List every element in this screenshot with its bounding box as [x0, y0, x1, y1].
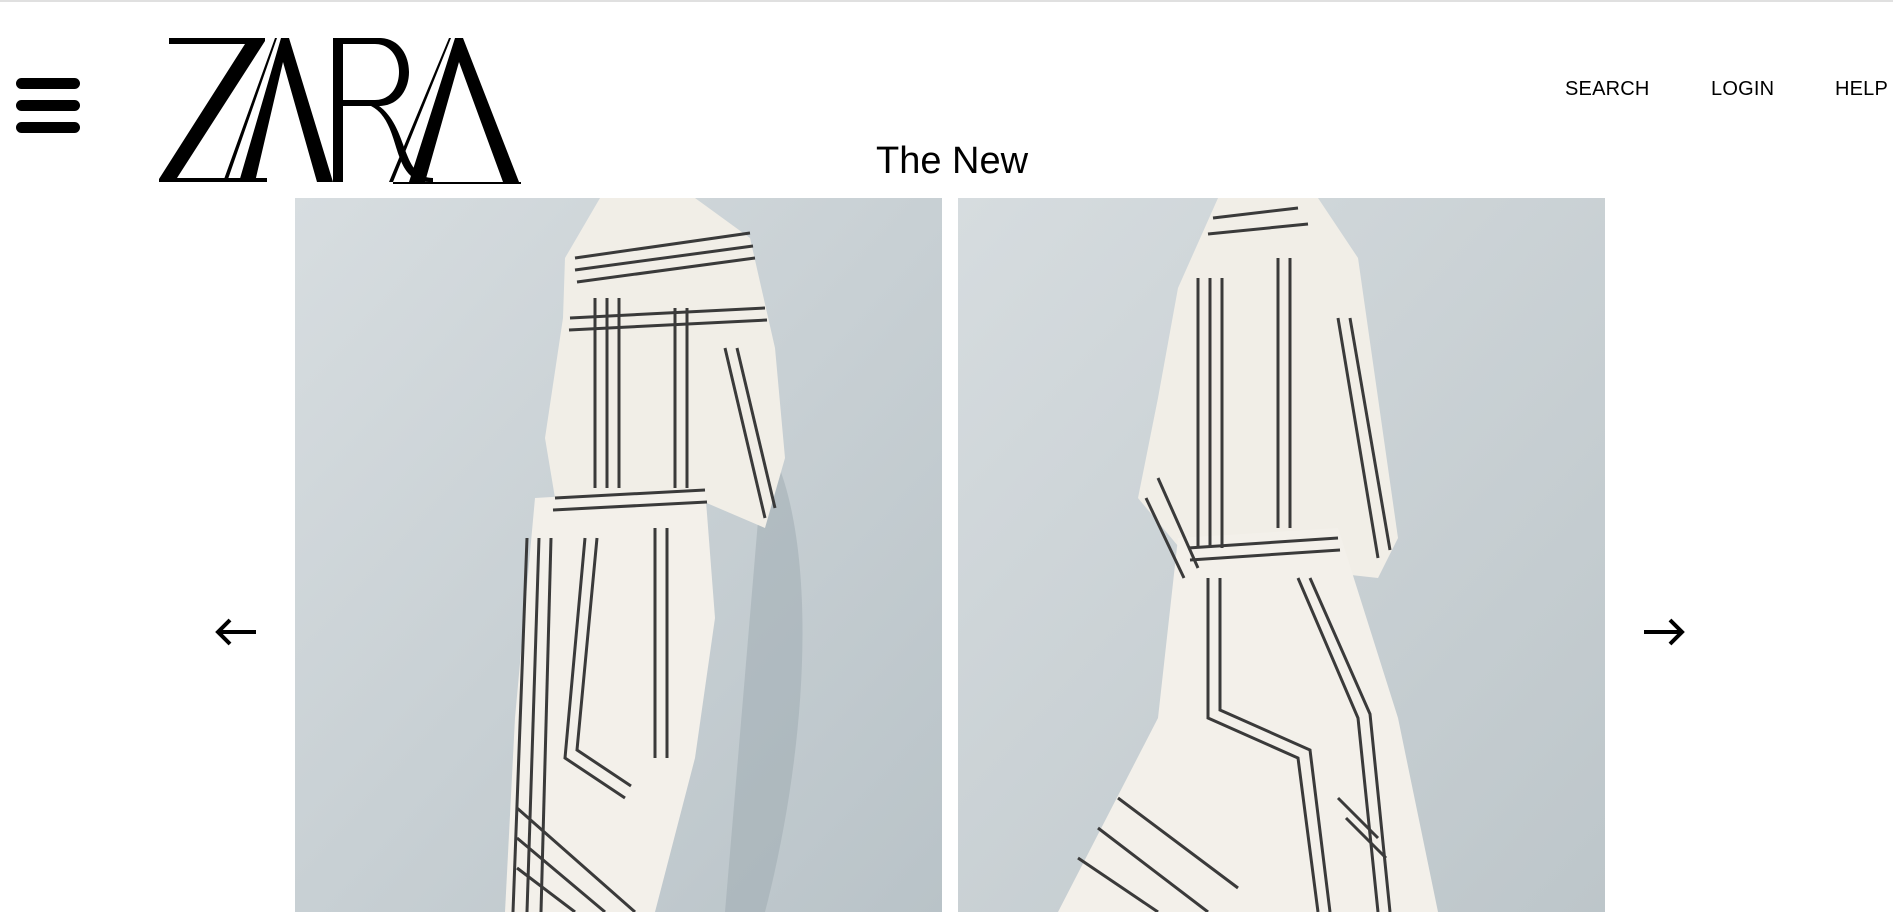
zara-logo[interactable] [157, 32, 521, 184]
carousel-slide-2[interactable] [958, 198, 1605, 912]
nav-help-link[interactable]: HELP [1835, 78, 1888, 102]
menu-bar [16, 78, 80, 89]
arrow-right-icon[interactable] [1640, 612, 1688, 652]
top-border [0, 0, 1893, 2]
menu-bar [16, 100, 80, 111]
model-photo-side [958, 198, 1605, 912]
menu-bar [16, 122, 80, 133]
model-photo-front [295, 198, 942, 912]
carousel-title: The New [876, 140, 1029, 182]
hamburger-menu-icon[interactable] [16, 78, 80, 136]
nav-login-link[interactable]: LOGIN [1711, 78, 1774, 102]
nav-search-link[interactable]: SEARCH [1565, 78, 1650, 102]
carousel-slide-1[interactable] [295, 198, 942, 912]
zara-logo-mark [159, 38, 521, 184]
arrow-left-icon[interactable] [212, 612, 260, 652]
